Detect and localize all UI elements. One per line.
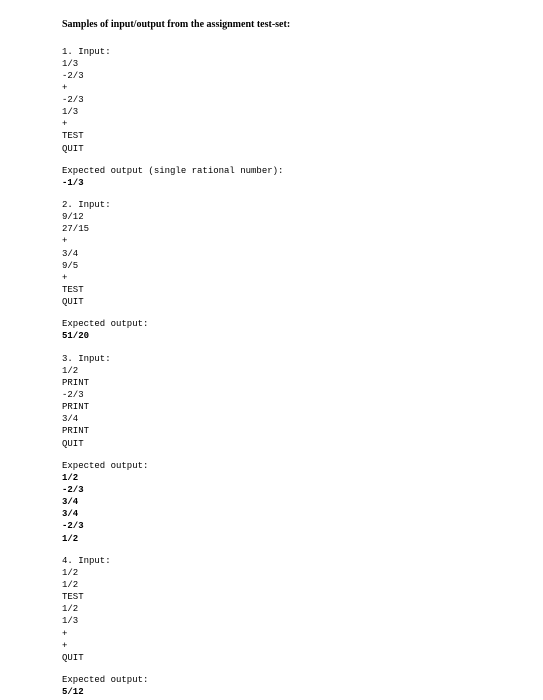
input-line: + <box>62 628 543 640</box>
input-line: + <box>62 118 543 130</box>
sample-header: 2. Input: <box>62 199 543 211</box>
input-line: 1/3 <box>62 58 543 70</box>
input-line: + <box>62 272 543 284</box>
input-line: 1/3 <box>62 615 543 627</box>
input-line: + <box>62 235 543 247</box>
input-line: QUIT <box>62 296 543 308</box>
input-line: TEST <box>62 284 543 296</box>
input-line: PRINT <box>62 425 543 437</box>
sample-1-input: 1. Input: 1/3 -2/3 + -2/3 1/3 + TEST QUI… <box>62 46 543 155</box>
input-line: 1/3 <box>62 106 543 118</box>
sample-2-output: Expected output: 51/20 <box>62 318 543 342</box>
output-line: -2/3 <box>62 484 543 496</box>
input-line: + <box>62 82 543 94</box>
input-line: -2/3 <box>62 70 543 82</box>
output-line: -2/3 <box>62 520 543 532</box>
output-line: 51/20 <box>62 330 543 342</box>
input-line: 9/5 <box>62 260 543 272</box>
input-line: 3/4 <box>62 413 543 425</box>
expected-output-label: Expected output: <box>62 460 543 472</box>
input-line: PRINT <box>62 377 543 389</box>
expected-output-label: Expected output: <box>62 318 543 330</box>
document-title: Samples of input/output from the assignm… <box>62 18 543 32</box>
input-line: PRINT <box>62 401 543 413</box>
output-line: 1/2 <box>62 533 543 545</box>
input-line: QUIT <box>62 652 543 664</box>
expected-output-label: Expected output (single rational number)… <box>62 165 543 177</box>
output-line: 1/2 <box>62 472 543 484</box>
input-line: QUIT <box>62 143 543 155</box>
input-line: 1/2 <box>62 603 543 615</box>
input-line: -2/3 <box>62 94 543 106</box>
input-line: 3/4 <box>62 248 543 260</box>
sample-header: 1. Input: <box>62 46 543 58</box>
output-line: 5/12 <box>62 686 543 698</box>
input-line: 27/15 <box>62 223 543 235</box>
test-set-document: Samples of input/output from the assignm… <box>0 0 543 698</box>
input-line: 1/2 <box>62 579 543 591</box>
sample-3-input: 3. Input: 1/2 PRINT -2/3 PRINT 3/4 PRINT… <box>62 353 543 450</box>
sample-1-output: Expected output (single rational number)… <box>62 165 543 189</box>
input-line: 1/2 <box>62 365 543 377</box>
output-line: 3/4 <box>62 508 543 520</box>
sample-2-input: 2. Input: 9/12 27/15 + 3/4 9/5 + TEST QU… <box>62 199 543 308</box>
input-line: QUIT <box>62 438 543 450</box>
sample-3-output: Expected output: 1/2 -2/3 3/4 3/4 -2/3 1… <box>62 460 543 545</box>
input-line: 9/12 <box>62 211 543 223</box>
sample-header: 4. Input: <box>62 555 543 567</box>
output-line: 3/4 <box>62 496 543 508</box>
expected-output-label: Expected output: <box>62 674 543 686</box>
sample-header: 3. Input: <box>62 353 543 365</box>
input-line: TEST <box>62 591 543 603</box>
output-line: -1/3 <box>62 177 543 189</box>
input-line: + <box>62 640 543 652</box>
sample-4-input: 4. Input: 1/2 1/2 TEST 1/2 1/3 + + QUIT <box>62 555 543 664</box>
input-line: 1/2 <box>62 567 543 579</box>
sample-4-output: Expected output: 5/12 <box>62 674 543 698</box>
input-line: -2/3 <box>62 389 543 401</box>
input-line: TEST <box>62 130 543 142</box>
